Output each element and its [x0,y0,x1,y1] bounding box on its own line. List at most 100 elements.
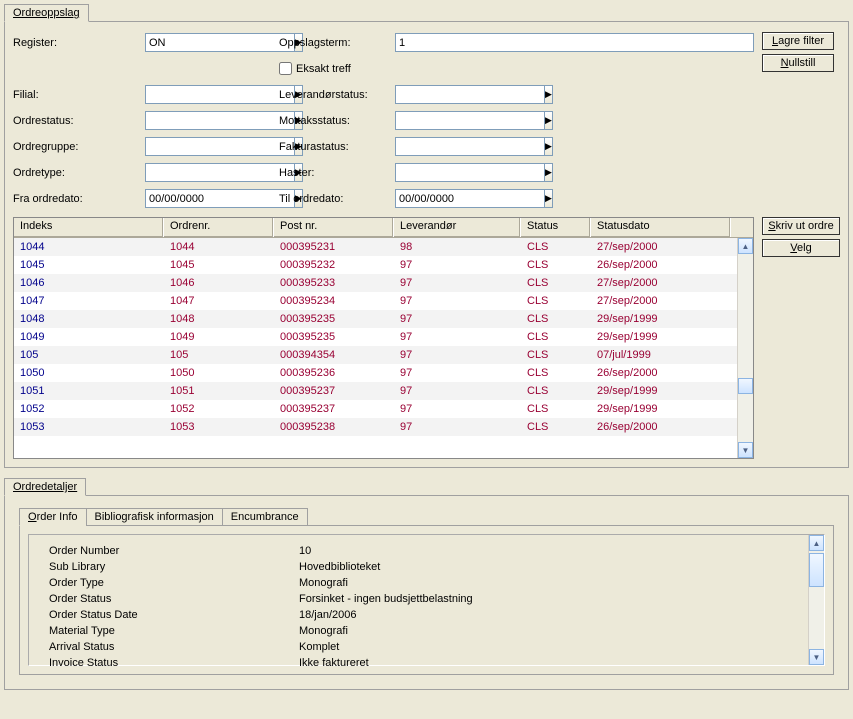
cell-statusdato: 07/jul/1999 [591,348,731,362]
cell-indeks: 1050 [14,366,164,380]
scroll-down-icon[interactable]: ▼ [809,649,824,665]
oppslagsterm-input[interactable] [395,33,754,52]
cell-ordrenr: 1051 [164,384,274,398]
cell-leverandor: 97 [394,402,521,416]
cell-statusdato: 29/sep/1999 [591,402,731,416]
cell-postnr: 000395233 [274,276,394,290]
grid-scrollbar[interactable]: ▲ ▼ [737,238,753,458]
fakturastatus-dropdown-icon[interactable]: ▶ [545,137,553,156]
leverandorstatus-input[interactable] [395,85,545,104]
cell-indeks: 1051 [14,384,164,398]
label-order-status: Order Status [49,591,299,607]
tab-ordreoppslag[interactable]: Ordreoppslag [4,4,89,22]
col-ordrenr[interactable]: Ordrenr. [164,218,274,237]
cell-ordrenr: 1050 [164,366,274,380]
cell-statusdato: 27/sep/2000 [591,294,731,308]
label-fra-ordredato: Fra ordredato: [13,188,145,209]
eksakt-checkbox[interactable] [279,62,292,75]
table-row[interactable]: 1044104400039523198CLS27/sep/2000 [14,238,753,256]
table-row[interactable]: 10510500039435497CLS07/jul/1999 [14,346,753,364]
til-ordredato-input[interactable] [395,189,545,208]
haster-input[interactable] [395,163,545,182]
table-row[interactable]: 1050105000039523697CLS26/sep/2000 [14,364,753,382]
label-fakturastatus: Fakturastatus: [279,136,395,157]
velg-button[interactable]: Velg [762,239,840,257]
table-row[interactable]: 1046104600039523397CLS27/sep/2000 [14,274,753,292]
cell-indeks: 1049 [14,330,164,344]
detail-scrollbar[interactable]: ▲ ▼ [808,535,824,665]
scroll-up-icon[interactable]: ▲ [738,238,753,254]
label-order-number: Order Number [49,543,299,559]
cell-statusdato: 26/sep/2000 [591,258,731,272]
mottaksstatus-input[interactable] [395,111,545,130]
col-status[interactable]: Status [521,218,591,237]
scroll-thumb[interactable] [809,553,824,587]
scroll-down-icon[interactable]: ▼ [738,442,753,458]
label-ordregruppe: Ordregruppe: [13,136,145,157]
cell-postnr: 000394354 [274,348,394,362]
skriv-ut-ordre-button[interactable]: Skriv ut ordre [762,217,840,235]
cell-ordrenr: 1045 [164,258,274,272]
cell-status: CLS [521,294,591,308]
cell-postnr: 000395231 [274,240,394,254]
mottaksstatus-dropdown-icon[interactable]: ▶ [545,111,553,130]
cell-leverandor: 97 [394,276,521,290]
table-row[interactable]: 1053105300039523897CLS26/sep/2000 [14,418,753,436]
value-arrival-status: Komplet [299,639,339,655]
table-row[interactable]: 1051105100039523797CLS29/sep/1999 [14,382,753,400]
cell-leverandor: 97 [394,294,521,308]
tab-ordredetaljer[interactable]: Ordredetaljer [4,478,86,496]
value-order-number: 10 [299,543,311,559]
cell-ordrenr: 105 [164,348,274,362]
cell-leverandor: 98 [394,240,521,254]
cell-indeks: 1052 [14,402,164,416]
value-material-type: Monografi [299,623,348,639]
cell-postnr: 000395237 [274,384,394,398]
col-postnr[interactable]: Post nr. [274,218,394,237]
tab-encumbrance[interactable]: Encumbrance [222,508,308,526]
results-grid: Indeks Ordrenr. Post nr. Leverandør Stat… [13,217,754,459]
table-row[interactable]: 1052105200039523797CLS29/sep/1999 [14,400,753,418]
value-order-status: Forsinket - ingen budsjettbelastning [299,591,473,607]
cell-leverandor: 97 [394,312,521,326]
table-row[interactable]: 1048104800039523597CLS29/sep/1999 [14,310,753,328]
table-row[interactable]: 1049104900039523597CLS29/sep/1999 [14,328,753,346]
col-statusdato[interactable]: Statusdato [591,218,731,237]
value-sub-library: Hovedbiblioteket [299,559,380,575]
cell-postnr: 000395235 [274,312,394,326]
fakturastatus-input[interactable] [395,137,545,156]
scroll-up-icon[interactable]: ▲ [809,535,824,551]
cell-postnr: 000395234 [274,294,394,308]
cell-leverandor: 97 [394,348,521,362]
cell-indeks: 1048 [14,312,164,326]
label-til-ordredato: Til ordredato: [279,188,395,209]
label-leverandorstatus: Leverandørstatus: [279,84,395,105]
table-row[interactable]: 1047104700039523497CLS27/sep/2000 [14,292,753,310]
cell-ordrenr: 1053 [164,420,274,434]
leverandorstatus-dropdown-icon[interactable]: ▶ [545,85,553,104]
til-ordredato-dropdown-icon[interactable]: ▶ [545,189,553,208]
table-row[interactable]: 1045104500039523297CLS26/sep/2000 [14,256,753,274]
cell-status: CLS [521,384,591,398]
cell-status: CLS [521,402,591,416]
value-invoice-status: Ikke faktureret [299,655,369,671]
label-ordretype: Ordretype: [13,162,145,183]
col-indeks[interactable]: Indeks [14,218,164,237]
label-haster: Haster: [279,162,395,183]
cell-indeks: 1044 [14,240,164,254]
tab-bibliografisk[interactable]: Bibliografisk informasjon [86,508,223,526]
cell-leverandor: 97 [394,420,521,434]
col-leverandor[interactable]: Leverandør [394,218,521,237]
cell-indeks: 1045 [14,258,164,272]
search-panel: Register: Filial: Ordrestatus: Ordregrup… [4,21,849,468]
details-panel: Order Info Bibliografisk informasjon Enc… [4,495,849,690]
cell-indeks: 1053 [14,420,164,434]
cell-statusdato: 26/sep/2000 [591,420,731,434]
cell-ordrenr: 1052 [164,402,274,416]
lagre-filter-button[interactable]: Lagre filter [762,32,834,50]
label-eksakt: Eksakt treff [296,63,351,75]
nullstill-button[interactable]: Nullstill [762,54,834,72]
scroll-thumb[interactable] [738,378,753,394]
tab-order-info[interactable]: Order Info [19,508,87,526]
haster-dropdown-icon[interactable]: ▶ [545,163,553,182]
